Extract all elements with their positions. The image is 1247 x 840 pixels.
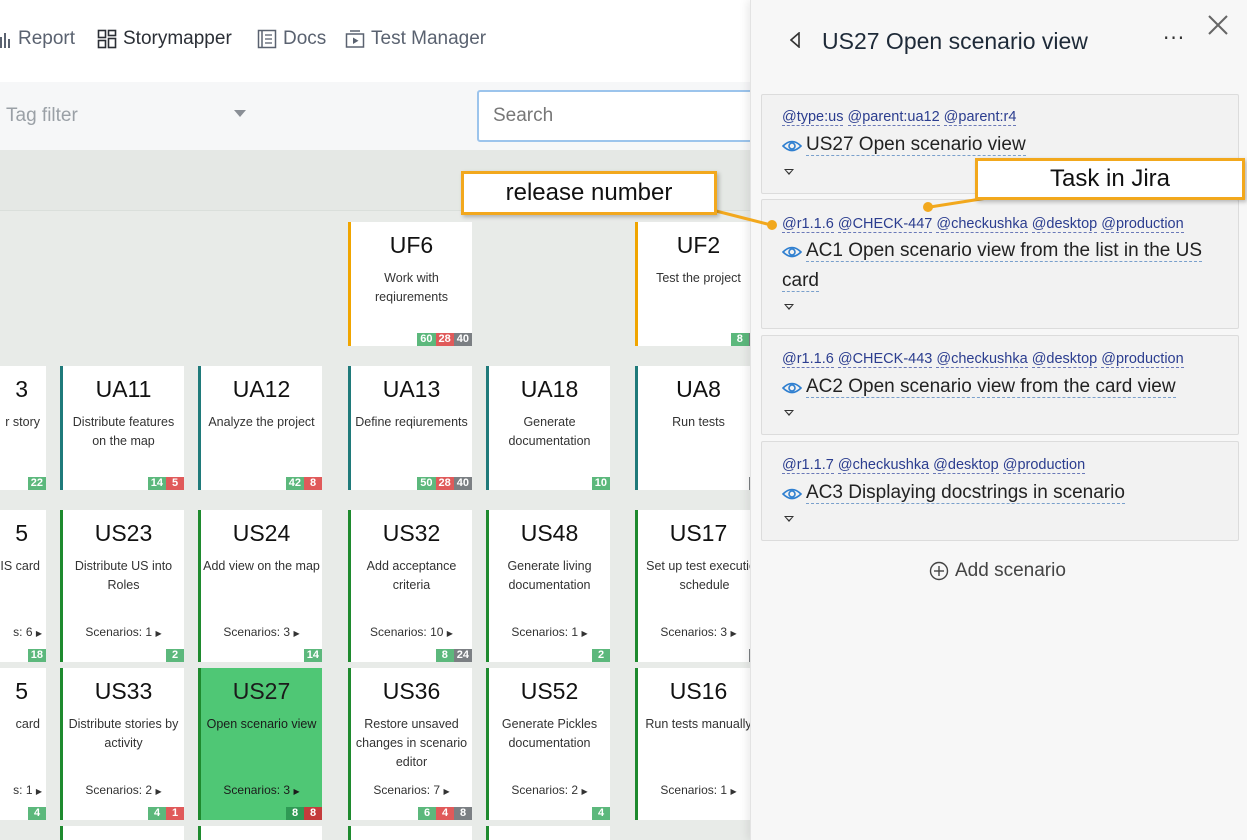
callout-connectors — [715, 194, 1001, 230]
jira-task-callout: Task in Jira — [975, 158, 1245, 200]
release-number-callout: release number — [461, 171, 717, 215]
app-root: Report Storymapper Docs Test Manager Tag… — [0, 0, 1247, 840]
